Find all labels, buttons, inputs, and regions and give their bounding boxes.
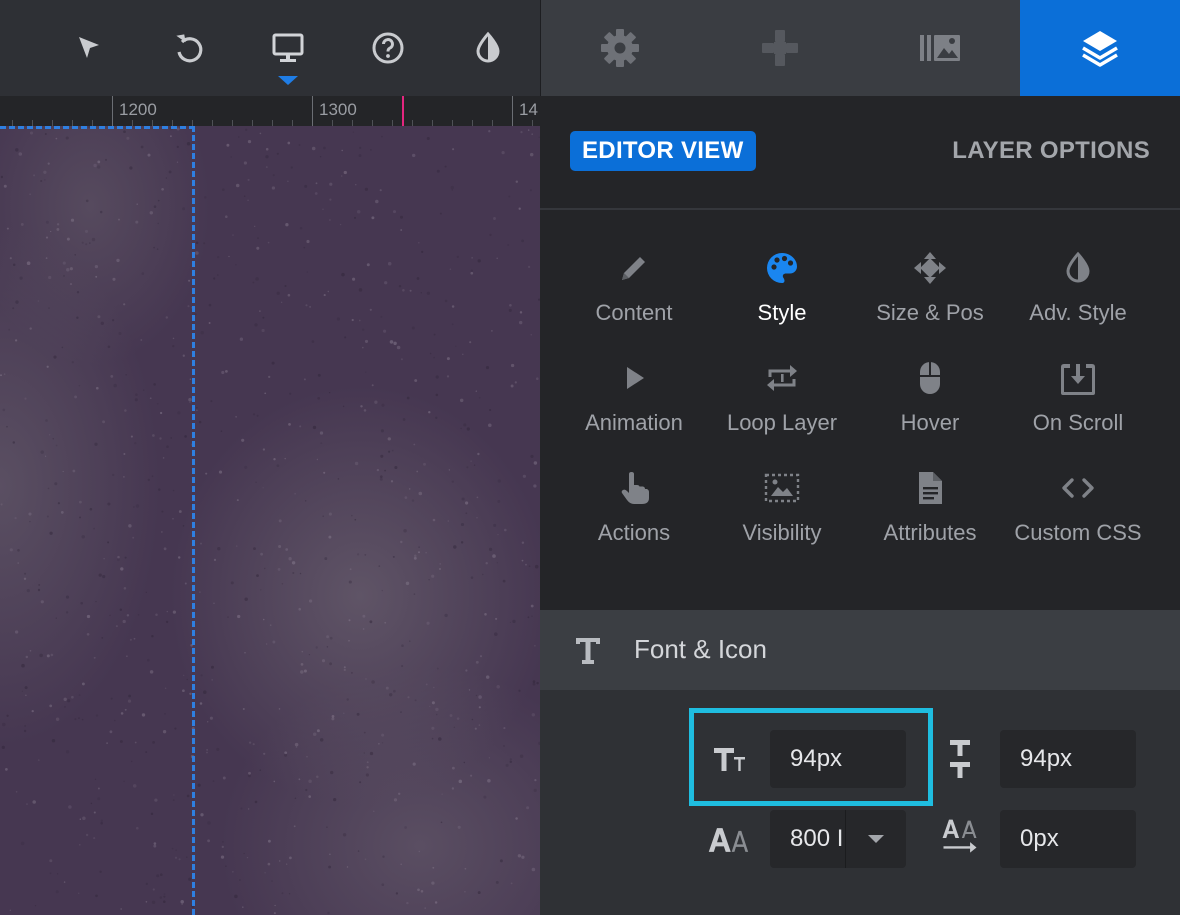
- ruler-major-tick: [512, 96, 513, 126]
- layer-settings-panel: EDITOR VIEW LAYER OPTIONS Content Style: [540, 0, 1180, 915]
- cursor-arrow-icon: [79, 37, 99, 58]
- chevron-down-icon: [868, 835, 884, 843]
- code-brackets-icon: [1060, 470, 1096, 506]
- layers-icon: [1082, 31, 1118, 67]
- ruler-label: 14: [519, 100, 538, 119]
- layer-option-grid: Content Style Size & Pos Adv. Style Anim…: [560, 240, 1152, 580]
- line-height-input[interactable]: 94px: [1000, 730, 1136, 788]
- letter-spacing-icon: [942, 819, 977, 853]
- option-label: Size & Pos: [876, 300, 984, 325]
- move-arrows-icon: [912, 250, 948, 286]
- ruler-major-tick: [312, 96, 313, 126]
- font-icon-section-header[interactable]: Font & Icon: [540, 610, 1180, 690]
- horizontal-ruler[interactable]: 1200 1300 14: [0, 96, 540, 127]
- select-tool-button[interactable]: [62, 22, 114, 74]
- line-height-icon: [950, 740, 970, 778]
- option-label: Loop Layer: [726, 410, 838, 435]
- option-label: Style: [757, 300, 807, 325]
- font-icon-settings: 94px 94px 800 I 0px: [540, 690, 1180, 915]
- option-label: Hover: [900, 410, 960, 435]
- option-label: Adv. Style: [1029, 300, 1127, 325]
- theme-toggle-button[interactable]: [462, 22, 514, 74]
- gear-icon: [601, 29, 639, 67]
- ruler-position-marker: [402, 96, 404, 126]
- font-weight-dropdown-toggle[interactable]: [845, 810, 906, 868]
- option-label: On Scroll: [1032, 410, 1124, 435]
- media-library-icon: [920, 35, 960, 61]
- undo-icon: [176, 34, 203, 63]
- mouse-icon: [912, 360, 948, 396]
- desktop-view-button[interactable]: [262, 22, 314, 74]
- tab-layers[interactable]: [1020, 0, 1180, 96]
- section-title: Font & Icon: [634, 634, 767, 664]
- ruler-major-tick: [112, 96, 113, 126]
- tab-media-library[interactable]: [860, 0, 1020, 96]
- canvas-toolbar: [0, 0, 540, 96]
- ruler-label: 1300: [319, 100, 357, 119]
- view-switch-bar: EDITOR VIEW LAYER OPTIONS: [540, 96, 1180, 210]
- option-label: Custom CSS: [1014, 520, 1142, 545]
- canvas-texture: [0, 126, 540, 915]
- option-custom-css[interactable]: Custom CSS: [1004, 460, 1152, 560]
- option-content[interactable]: Content: [560, 240, 708, 340]
- layer-guide-horizontal: [0, 126, 195, 129]
- option-loop-layer[interactable]: Loop Layer: [708, 350, 856, 450]
- contrast-drop-icon: [476, 31, 500, 63]
- help-button[interactable]: [362, 22, 414, 74]
- ruler-label: 1200: [119, 100, 157, 119]
- option-label: Content: [595, 300, 673, 325]
- letter-spacing-input[interactable]: 0px: [1000, 810, 1136, 868]
- option-label: Actions: [597, 520, 671, 545]
- undo-button[interactable]: [162, 22, 214, 74]
- option-on-scroll[interactable]: On Scroll: [1004, 350, 1152, 450]
- option-size-pos[interactable]: Size & Pos: [856, 240, 1004, 340]
- loop-icon: [764, 360, 800, 396]
- font-weight-icon: [708, 828, 749, 852]
- image-dashed-icon: [764, 470, 800, 506]
- panel-tab-bar: [540, 0, 1180, 96]
- text-type-icon: [576, 638, 600, 664]
- slide-canvas[interactable]: [0, 126, 540, 915]
- option-actions[interactable]: Actions: [560, 460, 708, 560]
- font-size-input[interactable]: 94px: [770, 730, 906, 788]
- puzzle-icon: [762, 30, 798, 66]
- option-style[interactable]: Style: [708, 240, 856, 340]
- pencil-icon: [616, 250, 652, 286]
- layer-options-button[interactable]: LAYER OPTIONS: [952, 131, 1150, 171]
- option-attributes[interactable]: Attributes: [856, 460, 1004, 560]
- option-hover[interactable]: Hover: [856, 350, 1004, 450]
- download-tray-icon: [1060, 360, 1096, 396]
- layer-guide-vertical: [192, 126, 195, 915]
- option-label: Visibility: [742, 520, 822, 545]
- help-circle-icon: [372, 32, 404, 64]
- tab-addons[interactable]: [700, 0, 860, 96]
- contrast-drop-icon: [1060, 250, 1096, 286]
- hand-pointer-icon: [616, 470, 652, 506]
- option-animation[interactable]: Animation: [560, 350, 708, 450]
- option-visibility[interactable]: Visibility: [708, 460, 856, 560]
- play-icon: [616, 360, 652, 396]
- desktop-monitor-icon: [272, 33, 304, 62]
- editor-view-button[interactable]: EDITOR VIEW: [570, 131, 756, 171]
- palette-icon: [764, 250, 800, 286]
- option-label: Attributes: [883, 520, 977, 545]
- tab-settings[interactable]: [540, 0, 700, 96]
- font-size-icon: [714, 748, 745, 771]
- option-label: Animation: [585, 410, 683, 435]
- active-tool-indicator: [278, 76, 298, 85]
- document-icon: [912, 470, 948, 506]
- option-adv-style[interactable]: Adv. Style: [1004, 240, 1152, 340]
